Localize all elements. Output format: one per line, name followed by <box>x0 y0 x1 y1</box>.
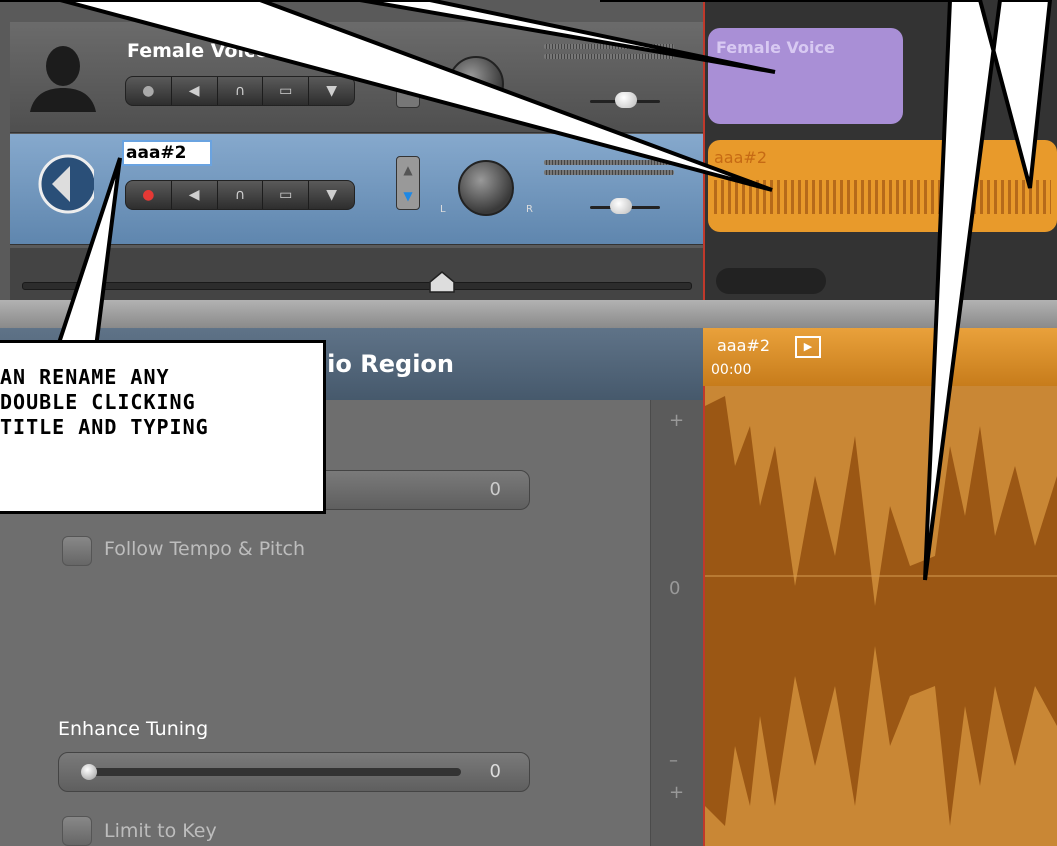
callout-text: AN RENAME ANY DOUBLE CLICKING TITLE AND … <box>0 365 320 440</box>
callout-line: AN RENAME ANY <box>0 365 170 389</box>
callout-line: DOUBLE CLICKING <box>0 390 196 414</box>
callout-line: TITLE AND TYPING <box>0 415 209 439</box>
